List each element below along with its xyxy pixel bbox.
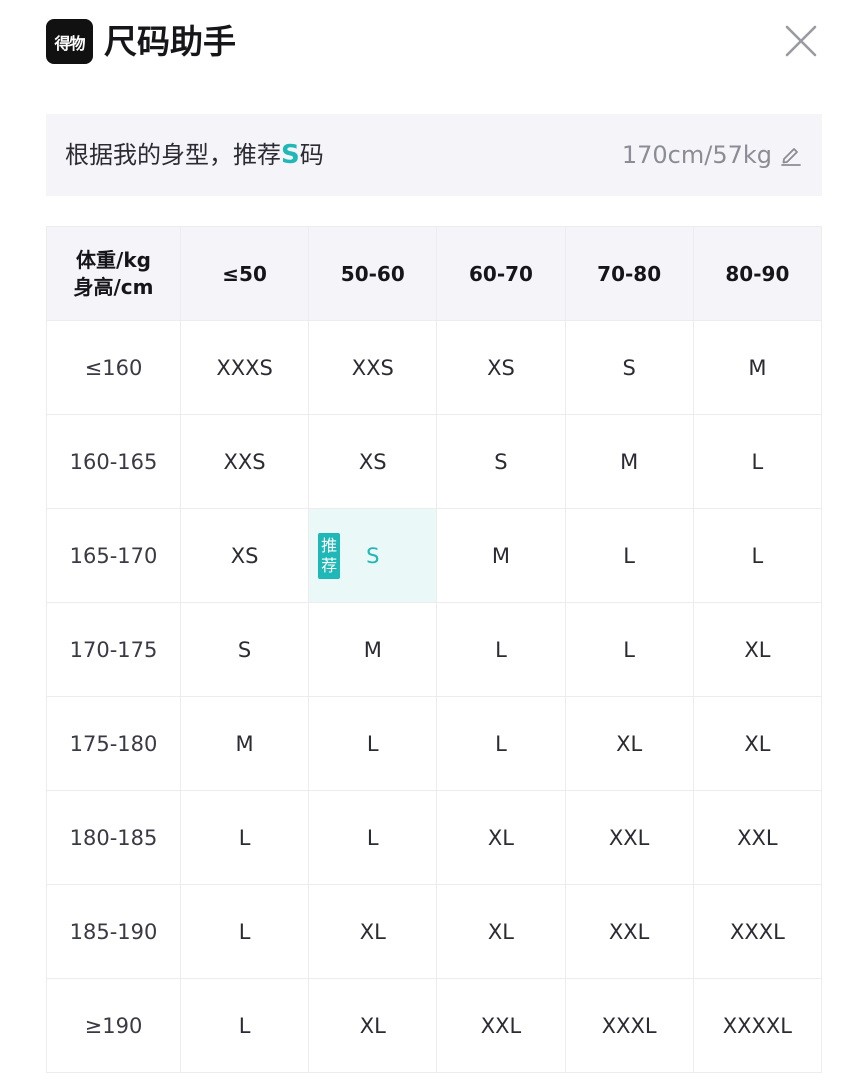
size-cell: L [179, 790, 310, 885]
recommendation-text: 根据我的身型，推荐S码 [65, 114, 324, 196]
height-row-header: 180-185 [46, 790, 181, 885]
corner-header: 体重/kg 身高/cm [46, 226, 181, 321]
table-row: 160-165 XXS XS S M L [46, 414, 823, 509]
size-cell: XXXXL [692, 978, 823, 1073]
recommended-size: S [281, 140, 300, 170]
size-cell: M [564, 414, 694, 509]
recommendation-prefix: 根据我的身型，推荐 [65, 141, 281, 169]
recommended-size-cell: 推荐 S [308, 508, 438, 603]
size-cell: L [308, 696, 438, 791]
size-cell: L [692, 508, 823, 603]
height-row-header: ≥190 [46, 978, 181, 1073]
weight-column-header: 80-90 [692, 226, 823, 321]
size-cell: XL [308, 978, 438, 1073]
recommend-badge: 推荐 [318, 532, 341, 579]
table-row: 180-185 L L XL XXL XXL [46, 790, 823, 885]
size-cell: L [308, 790, 438, 885]
size-cell: L [564, 602, 694, 697]
size-cell: XS [308, 414, 438, 509]
height-row-header: ≤160 [46, 320, 181, 415]
size-cell: XXL [692, 790, 823, 885]
height-row-header: 165-170 [46, 508, 181, 603]
body-info-text: 170cm/57kg [621, 141, 772, 169]
height-row-header: 175-180 [46, 696, 181, 791]
recommendation-bar: 根据我的身型，推荐S码 170cm/57kg [46, 114, 822, 196]
weight-axis-label: 体重/kg [76, 247, 151, 272]
size-cell: XL [436, 790, 566, 885]
weight-column-header: 70-80 [564, 226, 694, 321]
table-header-row: 体重/kg 身高/cm ≤50 50-60 60-70 70-80 80-90 [46, 226, 823, 321]
size-cell: L [179, 884, 310, 979]
size-cell: XXL [436, 978, 566, 1073]
header: 得物 尺码助手 [46, 18, 822, 66]
size-cell: M [436, 508, 566, 603]
recommendation-suffix: 码 [299, 141, 324, 169]
height-row-header: 170-175 [46, 602, 181, 697]
app-logo: 得物 [46, 19, 93, 64]
size-cell: L [179, 978, 310, 1073]
size-cell: L [436, 696, 566, 791]
size-cell: XL [308, 884, 438, 979]
size-cell: XS [179, 508, 310, 603]
size-cell: M [692, 320, 823, 415]
size-cell: XXS [308, 320, 438, 415]
close-button[interactable] [784, 24, 818, 58]
size-cell: XXL [564, 790, 694, 885]
weight-column-header: 60-70 [436, 226, 566, 321]
weight-column-header: ≤50 [179, 226, 310, 321]
size-cell: L [564, 508, 694, 603]
weight-column-header: 50-60 [308, 226, 438, 321]
size-cell: XL [564, 696, 694, 791]
size-cell: XS [436, 320, 566, 415]
table-row: 185-190 L XL XL XXL XXXL [46, 884, 823, 979]
height-row-header: 160-165 [46, 414, 181, 509]
height-row-header: 185-190 [46, 884, 181, 979]
size-cell: XXL [564, 884, 694, 979]
table-row: 170-175 S M L L XL [46, 602, 823, 697]
size-cell: XL [692, 602, 823, 697]
table-row: ≤160 XXXS XXS XS S M [46, 320, 823, 415]
pencil-icon [781, 148, 801, 166]
size-cell: XL [692, 696, 823, 791]
size-cell: XL [436, 884, 566, 979]
size-cell: S [436, 414, 566, 509]
size-chart-table: 体重/kg 身高/cm ≤50 50-60 60-70 70-80 80-90 … [46, 226, 823, 1073]
size-cell: L [692, 414, 823, 509]
table-row: 175-180 M L L XL XL [46, 696, 823, 791]
size-cell: XXXL [564, 978, 694, 1073]
size-cell: M [308, 602, 438, 697]
size-cell-value: S [366, 543, 380, 568]
size-cell: L [436, 602, 566, 697]
height-axis-label: 身高/cm [73, 274, 154, 299]
size-cell: M [179, 696, 310, 791]
size-cell: S [564, 320, 694, 415]
size-cell: XXXL [692, 884, 823, 979]
size-cell: XXXS [179, 320, 310, 415]
close-icon [785, 25, 817, 57]
edit-body-info-button[interactable]: 170cm/57kg [622, 114, 802, 196]
size-cell: XXS [179, 414, 310, 509]
page-title: 尺码助手 [104, 22, 236, 61]
table-row: 165-170 XS 推荐 S M L L [46, 508, 823, 603]
table-row: ≥190 L XL XXL XXXL XXXXL [46, 978, 823, 1073]
size-cell: S [179, 602, 310, 697]
